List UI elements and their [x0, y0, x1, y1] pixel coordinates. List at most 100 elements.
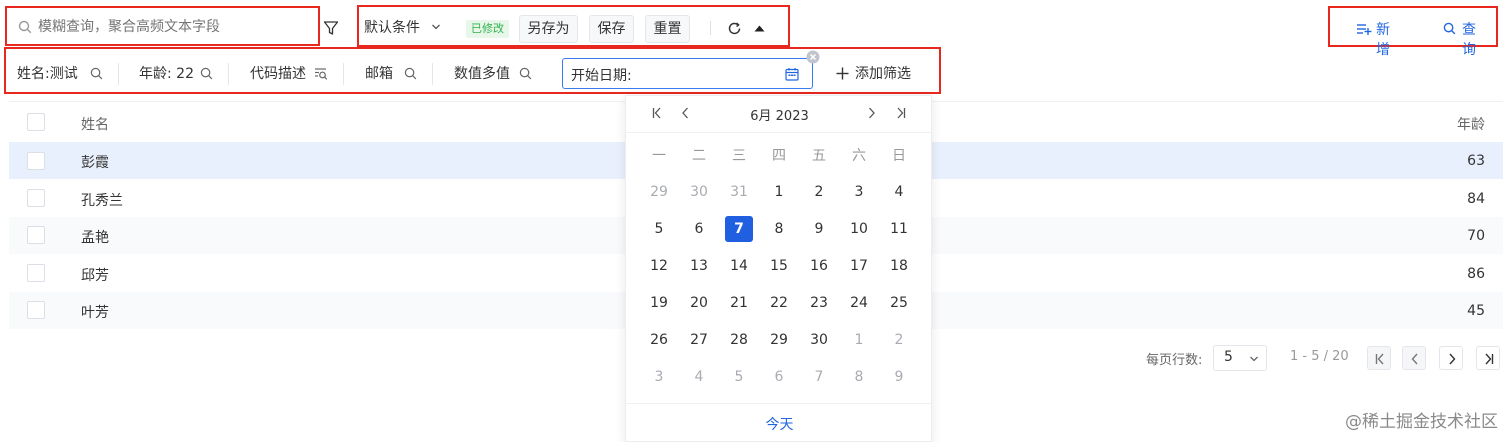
calendar-day[interactable]: 13 — [684, 254, 714, 278]
filter-icon[interactable] — [323, 20, 339, 36]
calendar-day[interactable]: 4 — [684, 365, 714, 389]
calendar-day[interactable]: 3 — [844, 180, 874, 204]
calendar-day[interactable]: 2 — [804, 180, 834, 204]
filter-email[interactable]: 邮箱 — [365, 62, 393, 86]
calendar-day[interactable]: 2 — [884, 328, 914, 352]
calendar-day[interactable]: 29 — [764, 328, 794, 352]
calendar-day[interactable]: 9 — [804, 217, 834, 241]
last-page-icon — [1485, 353, 1494, 365]
plus-icon — [836, 67, 849, 80]
first-page-button[interactable] — [1367, 346, 1391, 370]
filter-age-value: 22 — [176, 66, 194, 82]
calendar-day[interactable]: 23 — [804, 291, 834, 315]
calendar-day[interactable]: 9 — [884, 365, 914, 389]
filter-separator — [432, 63, 433, 85]
calendar-day[interactable]: 7 — [804, 365, 834, 389]
search-icon[interactable] — [404, 67, 417, 80]
search-input[interactable] — [36, 15, 306, 39]
calendar-day[interactable]: 5 — [724, 365, 754, 389]
last-page-button[interactable] — [1476, 346, 1500, 370]
rows-per-page-select[interactable]: 5 — [1213, 345, 1267, 371]
weekday-label: 五 — [812, 148, 826, 164]
calendar-day[interactable]: 30 — [804, 328, 834, 352]
filter-code[interactable]: 代码描述 — [250, 62, 306, 86]
calendar-day[interactable]: 8 — [764, 217, 794, 241]
filter-name[interactable]: 姓名:测试 — [17, 62, 78, 86]
search-icon[interactable] — [200, 67, 213, 80]
save-button[interactable]: 保存 — [589, 15, 634, 43]
clear-icon[interactable] — [806, 50, 820, 64]
calendar-day[interactable]: 28 — [724, 328, 754, 352]
calendar-day[interactable]: 10 — [844, 217, 874, 241]
reset-button[interactable]: 重置 — [645, 15, 690, 43]
last-month-icon[interactable] — [896, 107, 906, 119]
calendar-day[interactable]: 27 — [684, 328, 714, 352]
search-box[interactable] — [10, 12, 315, 42]
calendar-day[interactable]: 7 — [725, 216, 753, 242]
filter-age[interactable]: 年龄: 22 — [139, 62, 194, 86]
calendar-day[interactable]: 25 — [884, 291, 914, 315]
filter-email-label: 邮箱 — [365, 66, 393, 82]
calendar-day[interactable]: 4 — [884, 180, 914, 204]
rows-per-page-label: 每页行数: — [1146, 353, 1203, 368]
calendar-day[interactable]: 29 — [644, 180, 674, 204]
calendar-day[interactable]: 12 — [644, 254, 674, 278]
date-picker-popup: 6月 2023 一二三四五六日 29 30 31 1 2 3 4 5 6 7 8 9 10 11 12 13 1… — [625, 95, 932, 442]
start-date-input[interactable]: 开始日期: — [562, 58, 813, 89]
row-checkbox[interactable] — [27, 189, 45, 207]
weekday-label: 三 — [732, 148, 746, 164]
calendar-day[interactable]: 30 — [684, 180, 714, 204]
search-icon[interactable] — [519, 67, 532, 80]
filter-multi[interactable]: 数值多值 — [454, 62, 510, 86]
weekday-label: 一 — [652, 148, 666, 164]
calendar-day[interactable]: 14 — [724, 254, 754, 278]
calendar-day[interactable]: 5 — [644, 217, 674, 241]
row-name: 孟艳 — [81, 230, 109, 246]
calendar-day[interactable]: 21 — [724, 291, 754, 315]
start-date-label: 开始日期: — [571, 68, 632, 84]
calendar-day[interactable]: 3 — [644, 365, 674, 389]
calendar-day[interactable]: 20 — [684, 291, 714, 315]
column-header-age[interactable]: 年龄 — [1457, 114, 1485, 134]
next-page-button[interactable] — [1439, 346, 1463, 370]
refresh-icon[interactable] — [727, 21, 742, 36]
calendar-day[interactable]: 15 — [764, 254, 794, 278]
calendar-title[interactable]: 6月 2023 — [626, 105, 933, 124]
collapse-triangle-icon[interactable] — [754, 25, 765, 32]
calendar-day[interactable]: 24 — [844, 291, 874, 315]
calendar-day[interactable]: 11 — [884, 217, 914, 241]
save-as-button[interactable]: 另存为 — [519, 15, 578, 43]
calendar-day[interactable]: 26 — [644, 328, 674, 352]
row-checkbox[interactable] — [27, 264, 45, 282]
calendar-icon[interactable] — [785, 67, 799, 81]
column-header-name[interactable]: 姓名 — [81, 114, 109, 134]
row-checkbox[interactable] — [27, 301, 45, 319]
calendar-day[interactable]: 18 — [884, 254, 914, 278]
add-filter-label: 添加筛选 — [855, 66, 911, 82]
prev-page-button[interactable] — [1402, 346, 1426, 370]
rows-per-page-value: 5 — [1224, 349, 1233, 365]
calendar-day[interactable]: 6 — [764, 365, 794, 389]
calendar-day[interactable]: 16 — [804, 254, 834, 278]
calendar-day[interactable]: 22 — [764, 291, 794, 315]
text-search-icon[interactable] — [314, 67, 328, 81]
calendar-day[interactable]: 8 — [844, 365, 874, 389]
calendar-day[interactable]: 31 — [724, 180, 754, 204]
row-checkbox[interactable] — [27, 152, 45, 170]
filter-multi-label: 数值多值 — [454, 66, 510, 82]
select-all-checkbox[interactable] — [27, 113, 45, 131]
filter-name-label: 姓名: — [17, 66, 50, 82]
condition-select[interactable]: 默认条件 — [364, 17, 440, 39]
calendar-day[interactable]: 19 — [644, 291, 674, 315]
search-icon[interactable] — [90, 67, 103, 80]
row-age: 84 — [1467, 191, 1485, 207]
calendar-day[interactable]: 1 — [764, 180, 794, 204]
calendar-day[interactable]: 1 — [844, 328, 874, 352]
row-checkbox[interactable] — [27, 226, 45, 244]
row-age: 45 — [1467, 303, 1485, 319]
calendar-day[interactable]: 17 — [844, 254, 874, 278]
today-button[interactable]: 今天 — [626, 414, 933, 434]
filter-name-value: 测试 — [49, 66, 78, 82]
chevron-right-icon[interactable] — [868, 107, 876, 119]
calendar-day[interactable]: 6 — [684, 217, 714, 241]
